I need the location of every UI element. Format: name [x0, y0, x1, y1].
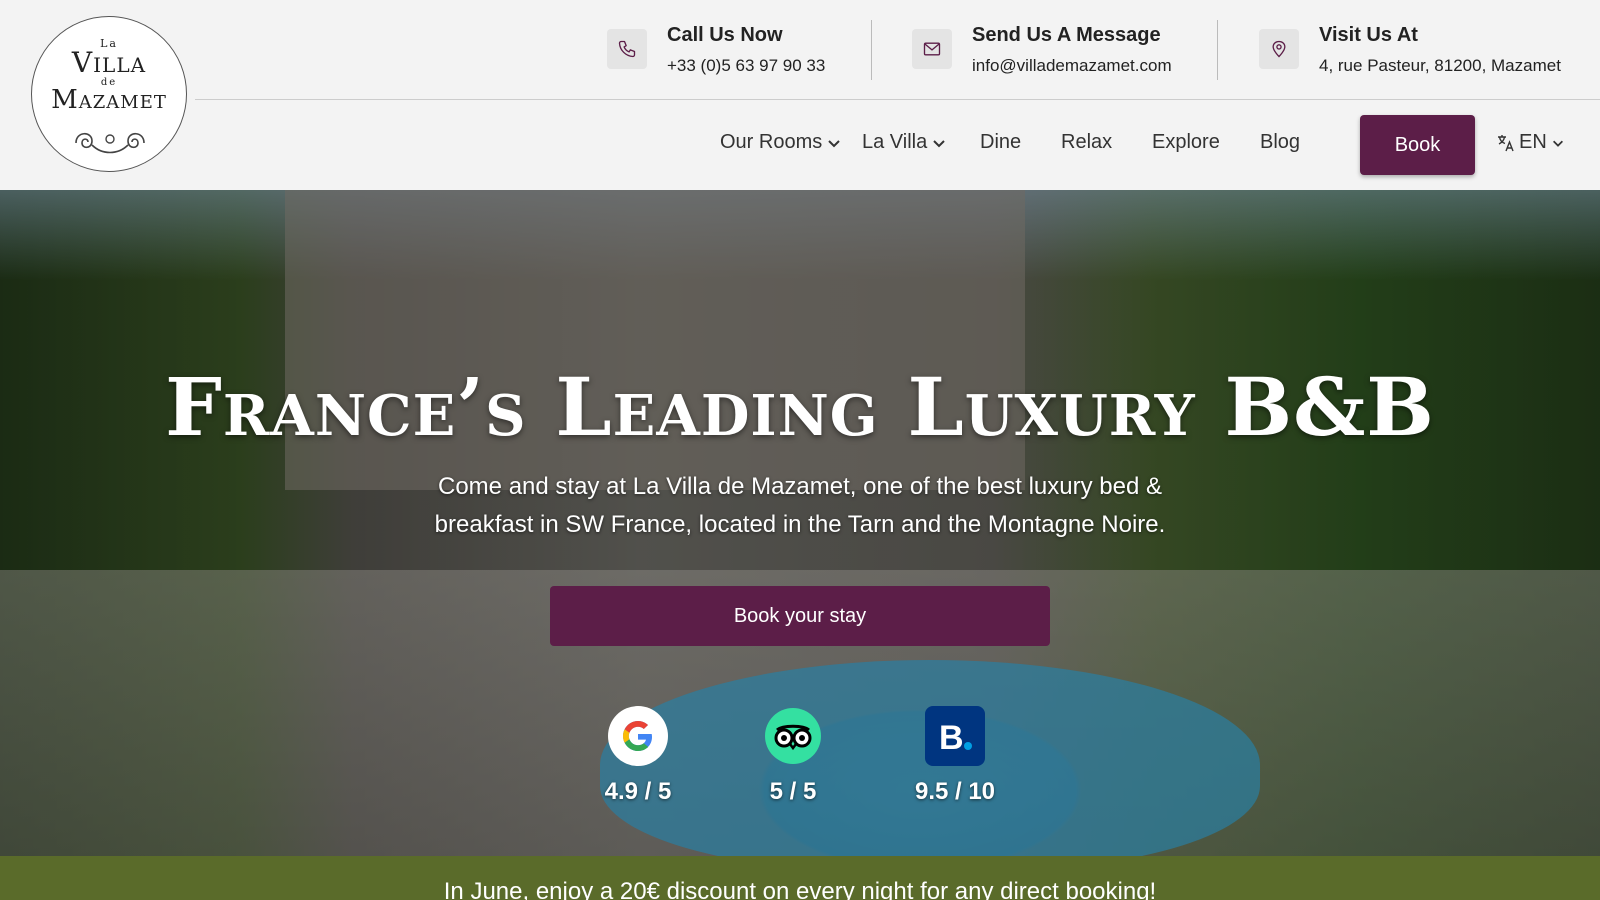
- main-nav: Our Rooms La Villa Dine Relax Explore Bl…: [0, 100, 1600, 190]
- contact-phone-value[interactable]: +33 (0)5 63 97 90 33: [667, 56, 825, 76]
- hero-section: France’s Leading Luxury B&B Come and sta…: [0, 190, 1600, 856]
- svg-text:B: B: [939, 719, 964, 757]
- hero-title: France’s Leading Luxury B&B: [165, 360, 1435, 454]
- language-label: EN: [1519, 131, 1547, 153]
- contact-email-value[interactable]: info@villademazamet.com: [972, 56, 1172, 76]
- nav-item-explore[interactable]: Explore: [1152, 131, 1220, 154]
- google-icon: [608, 706, 668, 766]
- contact-email-title: Send Us A Message: [972, 24, 1161, 46]
- rating-booking[interactable]: B 9.5 / 10: [895, 706, 1015, 806]
- chevron-down-icon: [1552, 140, 1563, 147]
- contact-phone-title: Call Us Now: [667, 24, 783, 46]
- nav-item-label: La Villa: [862, 131, 928, 153]
- book-button[interactable]: Book: [1360, 115, 1475, 175]
- nav-item-blog[interactable]: Blog: [1260, 131, 1300, 154]
- rating-booking-score: 9.5 / 10: [914, 778, 996, 805]
- contact-address-value[interactable]: 4, rue Pasteur, 81200, Mazamet: [1319, 56, 1561, 76]
- rating-tripadvisor[interactable]: 5 / 5: [733, 706, 853, 806]
- nav-item-label: Our Rooms: [720, 131, 823, 153]
- contact-divider: [871, 20, 872, 80]
- contact-bar: Call Us Now +33 (0)5 63 97 90 33 Send Us…: [0, 20, 1600, 80]
- phone-icon: [607, 29, 647, 69]
- chevron-down-icon: [828, 140, 840, 148]
- booking-icon: B: [925, 706, 985, 766]
- envelope-icon: [912, 29, 952, 69]
- rating-tripadvisor-score: 5 / 5: [769, 778, 817, 805]
- book-your-stay-button[interactable]: Book your stay: [550, 586, 1050, 646]
- nav-item-our-rooms[interactable]: Our Rooms: [720, 131, 842, 154]
- rating-google[interactable]: 4.9 / 5: [578, 706, 698, 806]
- rating-google-score: 4.9 / 5: [604, 778, 672, 805]
- hero-subtitle: Come and stay at La Villa de Mazamet, on…: [434, 473, 1166, 538]
- translate-icon: [1498, 134, 1514, 151]
- chevron-down-icon: [933, 140, 945, 148]
- nav-item-relax[interactable]: Relax: [1061, 131, 1112, 154]
- contact-address-title: Visit Us At: [1319, 24, 1418, 46]
- nav-item-dine[interactable]: Dine: [980, 131, 1021, 154]
- site-header: La Villa de Mazamet Call Us Now +33 (0)5…: [0, 0, 1600, 190]
- language-selector[interactable]: EN: [1497, 131, 1565, 154]
- promo-text: In June, enjoy a 20€ discount on every n…: [443, 878, 1157, 900]
- tripadvisor-icon: [763, 706, 823, 766]
- map-pin-icon: [1259, 29, 1299, 69]
- promo-banner: In June, enjoy a 20€ discount on every n…: [0, 856, 1600, 900]
- nav-item-la-villa[interactable]: La Villa: [862, 131, 947, 154]
- contact-divider: [1217, 20, 1218, 80]
